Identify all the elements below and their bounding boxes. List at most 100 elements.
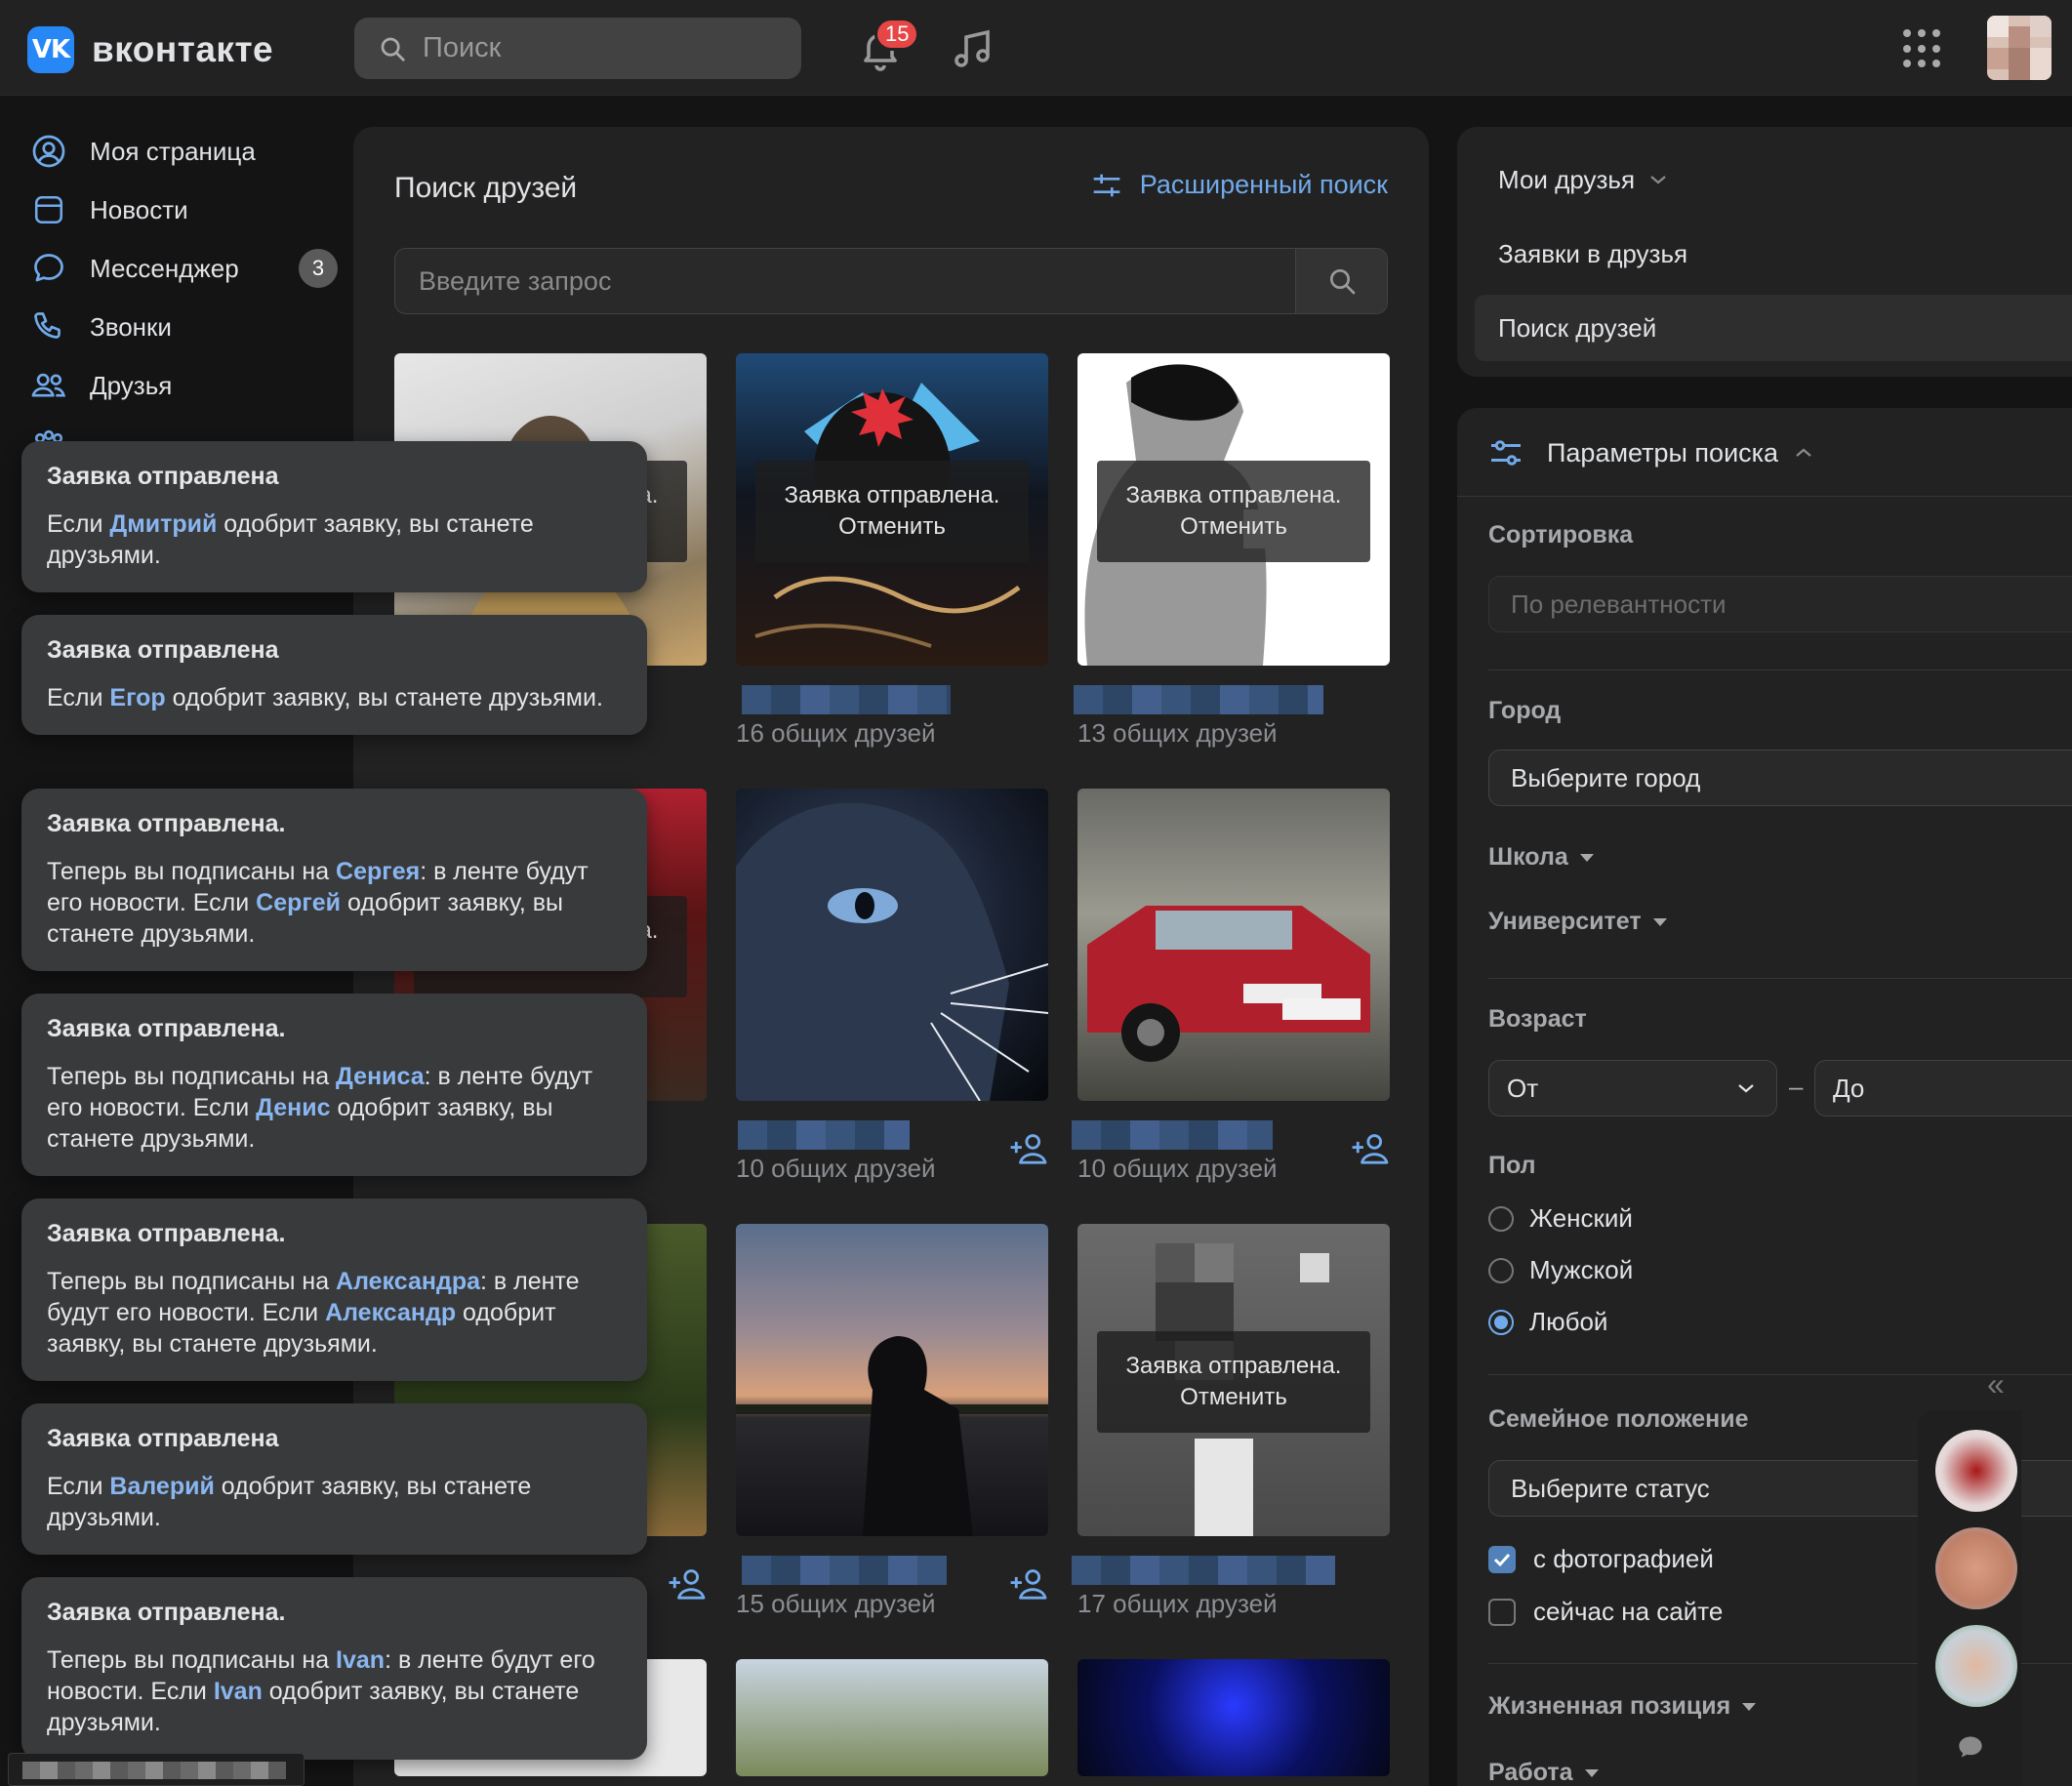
advanced-search-link[interactable]: Расширенный поиск [1091, 170, 1388, 200]
university-dropdown[interactable]: Университет [1488, 908, 1667, 936]
age-label: Возраст [1488, 1005, 1587, 1033]
chat-avatar[interactable] [1935, 1527, 2017, 1609]
cancel-request-link[interactable]: Отменить [838, 511, 946, 543]
friend-name-link[interactable]: Дмитрий [109, 510, 217, 538]
friend-photo[interactable]: Заявка отправлена. Отменить [1077, 353, 1390, 666]
friend-name-link[interactable]: Валерий [109, 1473, 214, 1500]
friend-name-blurred[interactable] [742, 1556, 947, 1585]
friend-card[interactable]: Заявка отправлена. Отменить 13 общих друз… [1074, 353, 1390, 748]
request-sent-text: Заявка отправлена. [1125, 1353, 1342, 1379]
sort-select[interactable]: По релевантности [1488, 576, 2072, 632]
radio-button[interactable] [1488, 1309, 1514, 1335]
menu-friend-requests[interactable]: Заявки в друзья [1475, 221, 2072, 287]
request-sent-overlay[interactable]: Заявка отправлена. Отменить [1097, 1331, 1370, 1433]
with-photo-checkbox[interactable]: с фотографией [1488, 1544, 1714, 1574]
friend-photo[interactable] [736, 1224, 1048, 1536]
age-to-select[interactable]: До [1814, 1060, 2072, 1116]
online-now-checkbox[interactable]: сейчас на сайте [1488, 1597, 1723, 1627]
add-friend-icon[interactable] [1009, 1132, 1048, 1165]
cancel-request-link[interactable]: Отменить [1180, 511, 1287, 543]
notification-toast[interactable]: Заявка отправлена Если Валерий одобрит з… [21, 1403, 647, 1555]
menu-find-friends[interactable]: Поиск друзей [1475, 295, 2072, 361]
friend-name-blurred[interactable] [742, 685, 951, 714]
left-navigation: Моя страница Новости Мессенджер 3 Звонки… [29, 122, 342, 473]
friend-name-link[interactable]: Сергея [336, 858, 420, 885]
friend-photo[interactable]: Заявка отправлена. Отменить [736, 353, 1048, 666]
friend-name-link[interactable]: Александра [336, 1268, 480, 1295]
notification-toast[interactable]: Заявка отправлена Если Дмитрий одобрит з… [21, 441, 647, 592]
friend-card[interactable]: 10 общих друзей [736, 789, 1048, 1183]
request-sent-overlay[interactable]: Заявка отправлена. Отменить [755, 461, 1029, 562]
city-select[interactable]: Выберите город [1488, 750, 2072, 806]
gender-radio-female[interactable]: Женский [1488, 1203, 1633, 1234]
friend-name-link[interactable]: Денис [256, 1094, 330, 1121]
check-icon [1493, 1553, 1511, 1566]
toast-message: Если Валерий одобрит заявку, вы станете … [47, 1473, 532, 1531]
checkbox-label: с фотографией [1533, 1544, 1714, 1573]
chat-bubble-icon[interactable] [1957, 1734, 1984, 1760]
request-sent-overlay[interactable]: Заявка отправлена. Отменить [1097, 461, 1370, 562]
age-from-select[interactable]: От [1488, 1060, 1777, 1116]
friend-name-blurred[interactable] [738, 1120, 910, 1150]
nav-item-calls[interactable]: Звонки [29, 298, 342, 356]
friend-photo[interactable] [1077, 789, 1390, 1101]
notification-toast[interactable]: Заявка отправлена. Теперь вы подписаны н… [21, 1577, 647, 1760]
cancel-request-link[interactable]: Отменить [1180, 1382, 1287, 1413]
friend-name-blurred[interactable] [1072, 1556, 1335, 1585]
radio-button[interactable] [1488, 1257, 1514, 1283]
gender-radio-any[interactable]: Любой [1488, 1307, 1607, 1337]
chat-avatar[interactable] [1935, 1625, 2017, 1707]
friend-search-button[interactable] [1295, 249, 1387, 313]
nav-item-my-page[interactable]: Моя страница [29, 122, 342, 181]
notification-toast[interactable]: Заявка отправлена. Теперь вы подписаны н… [21, 994, 647, 1176]
chat-avatar[interactable] [1935, 1430, 2017, 1512]
work-dropdown[interactable]: Работа [1488, 1759, 1599, 1786]
global-search[interactable] [354, 18, 801, 79]
life-position-dropdown[interactable]: Жизненная позиция [1488, 1692, 1757, 1721]
friend-photo[interactable] [736, 1659, 1048, 1776]
friend-name-link[interactable]: Егор [109, 684, 165, 711]
nav-item-friends[interactable]: Друзья [29, 356, 342, 415]
music-icon[interactable] [949, 23, 995, 74]
radio-button[interactable] [1488, 1205, 1514, 1232]
school-dropdown[interactable]: Школа [1488, 843, 1594, 872]
friend-card[interactable]: 10 общих друзей [1072, 789, 1390, 1183]
chevron-up-icon [1796, 448, 1811, 457]
friend-name-link[interactable]: Дениса [336, 1063, 425, 1090]
avatar[interactable] [1987, 16, 2052, 80]
friend-card[interactable]: 15 общих друзей [736, 1224, 1048, 1618]
collapse-chats-icon[interactable]: « [1987, 1366, 2005, 1402]
friend-name-link[interactable]: Ivan [214, 1678, 263, 1705]
friend-photo[interactable] [736, 789, 1048, 1101]
friend-name-blurred[interactable] [1074, 685, 1323, 714]
notification-toast[interactable]: Заявка отправлена. Теперь вы подписаны н… [21, 1198, 647, 1381]
friend-name-link[interactable]: Александр [325, 1299, 456, 1326]
search-params-header[interactable]: Параметры поиска [1488, 437, 1813, 468]
friend-name-blurred[interactable] [1072, 1120, 1273, 1150]
checkbox[interactable] [1488, 1598, 1516, 1626]
nav-item-news[interactable]: Новости [29, 181, 342, 239]
vk-logo[interactable]: VK вконтакте [27, 26, 273, 73]
friend-name-link[interactable]: Ivan [336, 1646, 385, 1674]
friend-card[interactable] [1077, 1659, 1390, 1776]
checkbox[interactable] [1488, 1545, 1516, 1573]
notification-toast[interactable]: Заявка отправлена Если Егор одобрит заяв… [21, 615, 647, 735]
nav-item-messenger[interactable]: Мессенджер 3 [29, 239, 342, 298]
global-search-input[interactable] [423, 32, 774, 64]
friend-photo[interactable] [1077, 1659, 1390, 1776]
add-friend-icon[interactable] [668, 1567, 707, 1601]
friend-name-link[interactable]: Сергей [256, 889, 341, 916]
friend-search-input[interactable] [395, 249, 1295, 313]
friend-photo[interactable]: Заявка отправлена. Отменить [1077, 1224, 1390, 1536]
toast-message: Если Дмитрий одобрит заявку, вы станете … [47, 510, 534, 569]
menu-my-friends[interactable]: Мои друзья [1475, 146, 2072, 213]
friend-card[interactable]: Заявка отправлена. Отменить 16 общих друз… [736, 353, 1048, 748]
friend-card[interactable]: Заявка отправлена. Отменить 17 общих друз… [1072, 1224, 1390, 1618]
apps-grid-icon[interactable] [1903, 29, 1942, 68]
add-friend-icon[interactable] [1351, 1132, 1390, 1165]
add-friend-icon[interactable] [1009, 1567, 1048, 1601]
notification-toast[interactable]: Заявка отправлена. Теперь вы подписаны н… [21, 789, 647, 971]
friend-card[interactable] [736, 1659, 1048, 1776]
gender-radio-male[interactable]: Мужской [1488, 1255, 1633, 1285]
advanced-search-label: Расширенный поиск [1139, 170, 1388, 199]
